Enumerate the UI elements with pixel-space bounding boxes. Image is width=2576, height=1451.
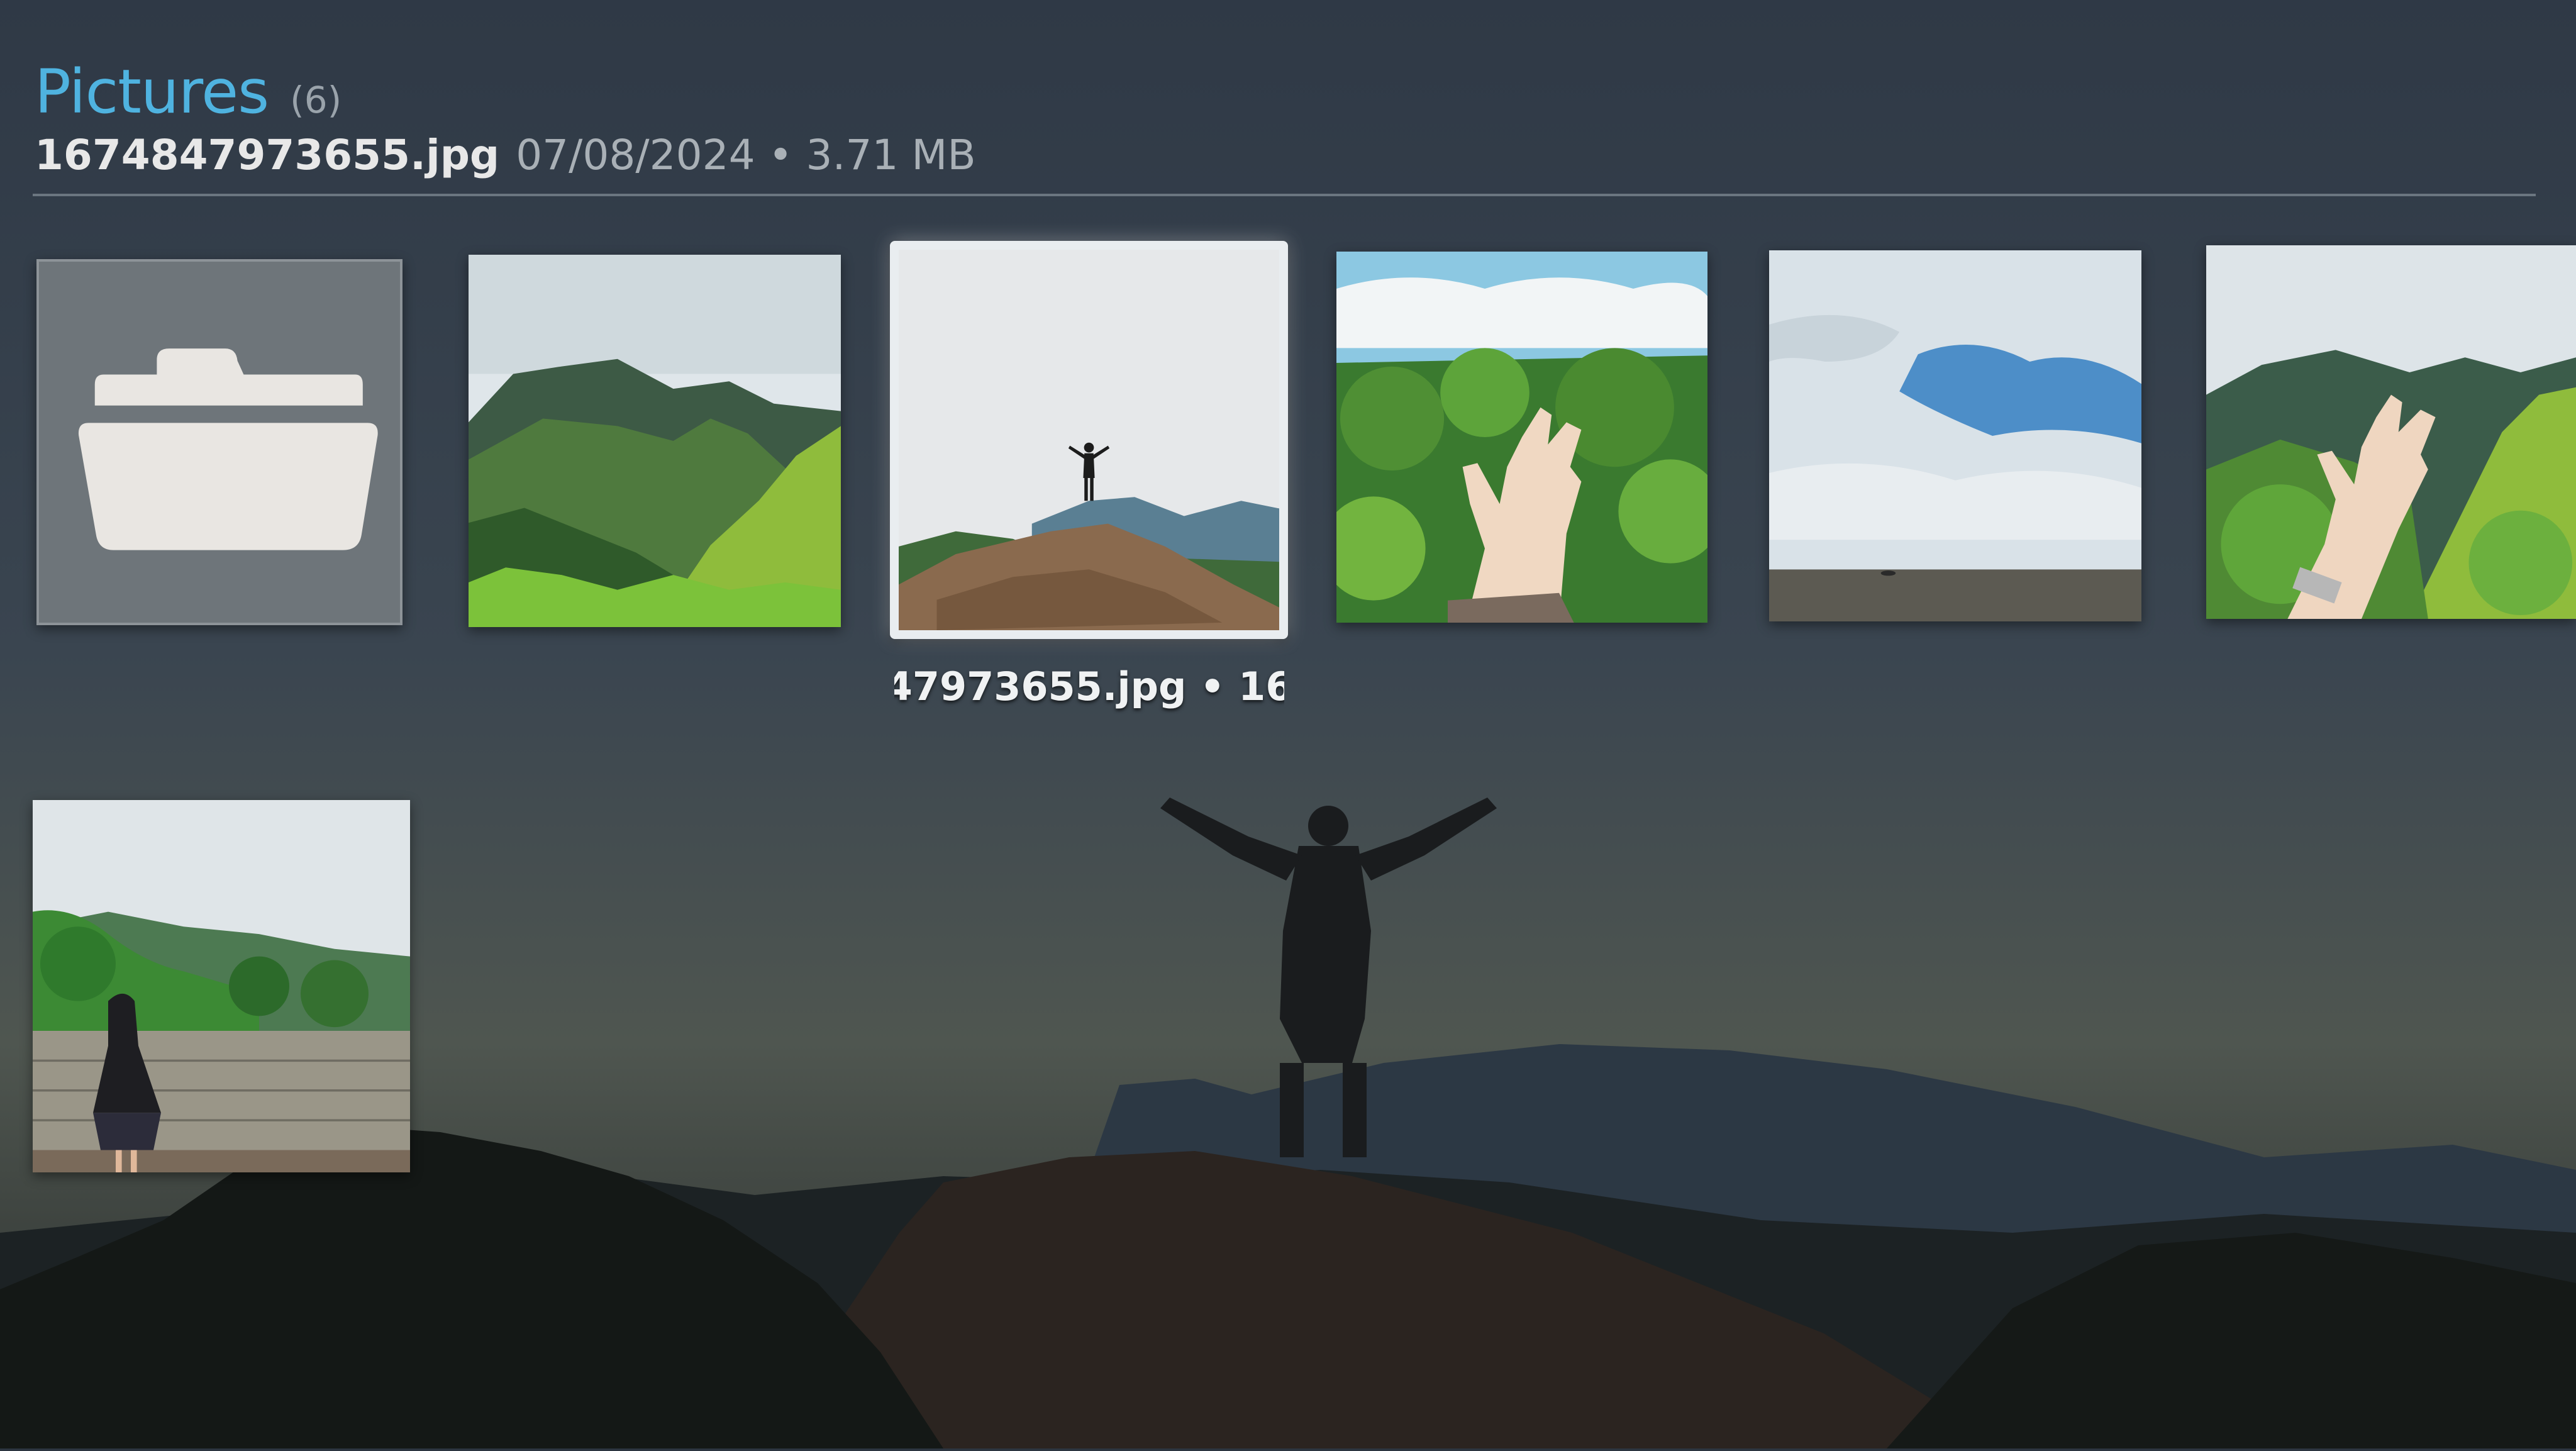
- photo-thumbnail[interactable]: [469, 255, 841, 627]
- selected-file-meta: 07/08/2024 • 3.71 MB: [516, 131, 976, 179]
- photo-thumbnail[interactable]: [2206, 245, 2576, 619]
- photo-girl-stone-wall: [33, 800, 410, 1172]
- photo-thumbnail-focused[interactable]: [890, 241, 1288, 639]
- photo-thumbnail[interactable]: [1769, 250, 2141, 621]
- photo-person-on-rock: [899, 250, 1279, 630]
- focused-item-caption: 1674847973655.jpg • 1674847973655.jpg: [894, 664, 1284, 709]
- selected-filename: 1674847973655.jpg: [35, 131, 500, 179]
- photo-cloudy-sky: [1769, 250, 2141, 621]
- header: Pictures (6) 1674847973655.jpg 07/08/202…: [35, 57, 2544, 179]
- folder-tile[interactable]: [36, 259, 402, 625]
- photo-hand-hills: [2206, 245, 2576, 619]
- photo-hand-forest: [1336, 252, 1707, 623]
- selected-file-info: 1674847973655.jpg 07/08/2024 • 3.71 MB: [35, 131, 2544, 179]
- background-preview: [0, 0, 2576, 1448]
- header-divider: [33, 194, 2536, 196]
- title-row: Pictures (6): [35, 57, 2544, 127]
- photo-mountain-ridge: [469, 255, 841, 627]
- photo-thumbnail[interactable]: [33, 800, 410, 1172]
- folder-icon: [78, 348, 378, 550]
- photo-thumbnail[interactable]: [1336, 252, 1707, 623]
- item-count: (6): [290, 79, 342, 121]
- page-title: Pictures: [35, 57, 269, 127]
